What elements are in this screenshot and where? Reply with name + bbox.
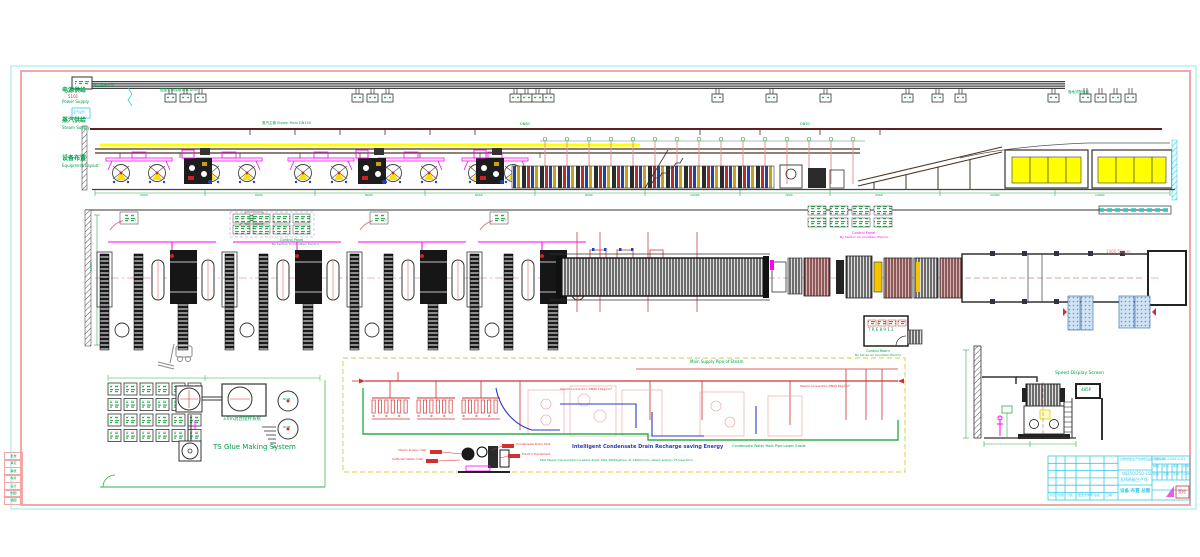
glue-tank1-label: NQM xyxy=(283,398,290,401)
tb-left-2: 分区 xyxy=(1067,494,1073,497)
rev-row-6: 描图 xyxy=(4,496,23,505)
tb-drawing-no: WJ250/250-150 xyxy=(1122,472,1153,477)
stackers xyxy=(1005,150,1172,188)
speed-display-value: 485P xyxy=(1081,388,1091,393)
speed-display-area xyxy=(963,346,1102,447)
condensate-title: Intelligent Condensate Drain Recharge sa… xyxy=(572,445,723,451)
label-steam-supply-zh: 蒸汽供给 xyxy=(62,118,86,125)
plan-wall-dim: 31500 xyxy=(90,262,93,272)
note-transformer: 变压器房引来 xyxy=(93,83,114,87)
steam-red-note2: Steam Connection DN50 8kg/cm² xyxy=(800,385,850,388)
control-cluster-a xyxy=(230,212,314,237)
dim-6: 7000 xyxy=(785,194,793,197)
dim-9: 14000 xyxy=(1095,194,1105,197)
condensate-pump-unit xyxy=(426,444,520,473)
delivery-conveyor-plan xyxy=(962,206,1186,305)
label-power-supply-en: Power Supply xyxy=(62,100,89,105)
steam-schematic xyxy=(343,358,905,473)
cad-drawing-canvas: 电源供给 5101 Power Supply 蒸汽供给 Steam Supply… xyxy=(0,0,1200,557)
tb-cell-0: 制图 xyxy=(1153,465,1159,468)
dim-7: 4300 xyxy=(875,194,883,197)
double-facer-plan xyxy=(550,254,962,300)
glue-shaft-label: 提升机 xyxy=(194,420,197,429)
tb-left-0: 标记 xyxy=(1050,494,1056,497)
steam-box-label: Main Supply Pipe of Steam xyxy=(690,360,743,365)
steam-main-line xyxy=(72,108,1162,135)
steam-red-note1: Steam Connection DN80 10kg/cm² xyxy=(560,388,612,391)
tb-title2: 设备 布置 总图 xyxy=(1120,489,1150,494)
dim-1: 8000 xyxy=(255,194,263,197)
note-steam-main: 蒸汽主管 Steam Main DN150 xyxy=(262,121,311,125)
note-busduct: 插接式母线槽 Bus Duct xyxy=(160,88,198,92)
plan-view xyxy=(85,206,1186,369)
tb-cell-6: 比例 xyxy=(1173,473,1179,476)
label-equipment-layout-zh: 设备布置 xyxy=(62,156,86,163)
dim-8: 22000 xyxy=(990,194,1000,197)
drawing-linework xyxy=(0,0,1200,557)
label-steam-tag: 蒸汽总管 xyxy=(73,111,85,114)
dim-2: 8000 xyxy=(365,194,373,197)
steam-tag4: Electric Equipment xyxy=(522,453,550,456)
glue-tank2-label: NQM xyxy=(283,426,290,429)
label-steam-supply-en: Steam Supply xyxy=(62,126,90,131)
steam-tag3: Condensate Drain Tank xyxy=(516,443,551,446)
tb-cell-5: 日期 xyxy=(1163,473,1169,476)
tb-project: WJ250-2500-2-V1 xyxy=(1155,457,1186,461)
condensate-subtitle: Fast Steam Consumption is about 2kg/t, M… xyxy=(540,459,693,462)
condensate-right-note: Condensate Water Main Pipe Lower Grade xyxy=(732,444,806,448)
note-dn80: DN80 xyxy=(520,122,530,126)
steam-tag1: Steam Supply Inlet xyxy=(398,449,426,452)
tb-left-3: 更改文件号 xyxy=(1078,494,1093,497)
dim-3: 8000 xyxy=(475,194,483,197)
plan-panel-note2: By Section to Condition Electric xyxy=(272,243,319,246)
speed-screen-label: Speed Display Screen xyxy=(1055,371,1104,376)
note-dn50: DN50 xyxy=(800,122,810,126)
control-cluster-b xyxy=(808,206,892,227)
tb-cell-7: 1:75 xyxy=(1183,473,1190,476)
note-cabinet: 落地式配电柜 xyxy=(1068,90,1089,94)
glue-mixer-label: ±0m混合搅拌系统 xyxy=(223,417,261,422)
label-equipment-layout-en: Equipment Layout xyxy=(62,164,99,169)
glue-system xyxy=(100,375,325,487)
control-room-code: T R E 8 9 1 2 xyxy=(868,328,894,333)
tb-left-5: 日期 xyxy=(1106,494,1112,497)
tb-cell-4: 批准 xyxy=(1153,473,1159,476)
tb-cell-2: 审核 xyxy=(1173,465,1179,468)
dim-0: 2000 xyxy=(140,194,148,197)
dim-4: 8000 xyxy=(585,194,593,197)
control-room-note2: By Series Air Condition Electric xyxy=(855,354,901,357)
glue-system-title: TS Glue Making System xyxy=(213,443,296,451)
tb-left-4: 签名 xyxy=(1094,494,1100,497)
steam-tag2: Softened Water Inlet xyxy=(392,458,423,461)
tb-title1: 瓦楞纸板生产线 xyxy=(1120,478,1148,483)
plan-magenta-note2: By Section Air Condition Electric xyxy=(840,236,888,239)
tb-left-1: 处数 xyxy=(1058,494,1064,497)
tb-stamp: 受控 xyxy=(1178,490,1186,495)
tb-cell-1: 校对 xyxy=(1163,465,1169,468)
elevation-view xyxy=(72,77,1177,200)
plan-speed-tag: 1400 52rpm xyxy=(1106,250,1131,255)
tb-cell-3: 标准 xyxy=(1183,465,1189,468)
dim-5: 14226 xyxy=(690,194,700,197)
